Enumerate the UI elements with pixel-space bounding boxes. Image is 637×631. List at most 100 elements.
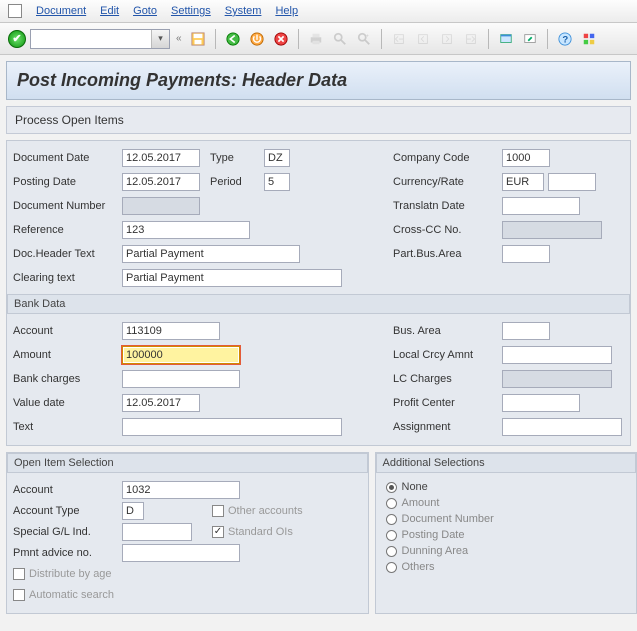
menu-system[interactable]: System bbox=[225, 5, 262, 17]
distribute-by-age-checkbox[interactable] bbox=[13, 568, 25, 580]
additional-selections-panel: Additional Selections None Amount Docume… bbox=[375, 452, 637, 614]
bank-charges-field[interactable] bbox=[122, 370, 240, 388]
bank-data-title: Bank Data bbox=[7, 294, 630, 314]
standard-ois-checkbox[interactable] bbox=[212, 526, 224, 538]
company-code-field[interactable] bbox=[502, 149, 550, 167]
menu-document[interactable]: Document bbox=[36, 5, 86, 17]
company-code-label: Company Code bbox=[393, 152, 498, 164]
lc-amount-field[interactable] bbox=[502, 346, 612, 364]
pmnt-advice-field[interactable] bbox=[122, 544, 240, 562]
menu-edit[interactable]: Edit bbox=[100, 5, 119, 17]
svg-text:?: ? bbox=[562, 34, 568, 45]
radio-postdate-label: Posting Date bbox=[402, 529, 465, 541]
transl-date-label: Translatn Date bbox=[393, 200, 498, 212]
special-gl-field[interactable] bbox=[122, 523, 192, 541]
special-gl-label: Special G/L Ind. bbox=[13, 526, 118, 538]
bank-text-label: Text bbox=[13, 421, 118, 433]
process-open-items-button[interactable]: Process Open Items bbox=[6, 106, 631, 134]
radio-posting-date[interactable]: Posting Date bbox=[386, 529, 627, 541]
value-date-label: Value date bbox=[13, 397, 118, 409]
layout-icon[interactable] bbox=[579, 29, 599, 49]
prev-page-icon bbox=[413, 29, 433, 49]
radio-amount[interactable]: Amount bbox=[386, 497, 627, 509]
chevron-left-icon[interactable]: « bbox=[174, 33, 184, 44]
radio-dot-icon bbox=[386, 562, 397, 573]
doc-header-text-label: Doc.Header Text bbox=[13, 248, 118, 260]
cross-cc-label: Cross-CC No. bbox=[393, 224, 498, 236]
bus-area-field[interactable] bbox=[502, 322, 550, 340]
help-icon[interactable]: ? bbox=[555, 29, 575, 49]
first-page-icon bbox=[389, 29, 409, 49]
save-icon[interactable] bbox=[188, 29, 208, 49]
currency-field[interactable] bbox=[502, 173, 544, 191]
radio-dot-icon bbox=[386, 546, 397, 557]
radio-others[interactable]: Others bbox=[386, 561, 627, 573]
search-icon bbox=[330, 29, 350, 49]
radio-others-label: Others bbox=[402, 561, 435, 573]
automatic-search-checkbox[interactable] bbox=[13, 589, 25, 601]
radio-docnum-label: Document Number bbox=[402, 513, 494, 525]
bank-account-field[interactable] bbox=[122, 322, 220, 340]
amount-field[interactable] bbox=[122, 346, 240, 364]
radio-amount-label: Amount bbox=[402, 497, 440, 509]
other-accounts-checkbox[interactable] bbox=[212, 505, 224, 517]
radio-dunning-area[interactable]: Dunning Area bbox=[386, 545, 627, 557]
document-number-field bbox=[122, 197, 200, 215]
menu-help[interactable]: Help bbox=[275, 5, 298, 17]
chevron-down-icon[interactable]: ▾ bbox=[151, 30, 169, 48]
assignment-field[interactable] bbox=[502, 418, 622, 436]
bank-charges-label: Bank charges bbox=[13, 373, 118, 385]
type-field[interactable] bbox=[264, 149, 290, 167]
radio-dot-icon bbox=[386, 514, 397, 525]
radio-dot-icon bbox=[386, 482, 397, 493]
menu-bar: Document Edit Goto Settings System Help bbox=[0, 0, 637, 23]
automatic-search-label: Automatic search bbox=[29, 589, 114, 601]
bank-account-label: Account bbox=[13, 325, 118, 337]
last-page-icon bbox=[461, 29, 481, 49]
svg-text:+: + bbox=[365, 33, 368, 39]
radio-none[interactable]: None bbox=[386, 481, 627, 493]
period-field[interactable] bbox=[264, 173, 290, 191]
exit-icon[interactable] bbox=[247, 29, 267, 49]
menu-goto[interactable]: Goto bbox=[133, 5, 157, 17]
other-accounts-label: Other accounts bbox=[228, 505, 303, 517]
cancel-icon[interactable] bbox=[271, 29, 291, 49]
window-icon bbox=[8, 4, 22, 18]
print-icon bbox=[306, 29, 326, 49]
account-type-label: Account Type bbox=[13, 505, 118, 517]
clearing-text-field[interactable] bbox=[122, 269, 342, 287]
back-icon[interactable] bbox=[223, 29, 243, 49]
command-field[interactable]: ▾ bbox=[30, 29, 170, 49]
lc-charges-field bbox=[502, 370, 612, 388]
next-page-icon bbox=[437, 29, 457, 49]
ok-button[interactable]: ✔ bbox=[8, 30, 26, 48]
new-session-icon[interactable] bbox=[496, 29, 516, 49]
radio-dot-icon bbox=[386, 530, 397, 541]
rate-field[interactable] bbox=[548, 173, 596, 191]
bank-text-field[interactable] bbox=[122, 418, 342, 436]
profit-center-field[interactable] bbox=[502, 394, 580, 412]
lc-amount-label: Local Crcy Amnt bbox=[393, 349, 498, 361]
pmnt-advice-label: Pmnt advice no. bbox=[13, 547, 118, 559]
part-bus-area-field[interactable] bbox=[502, 245, 550, 263]
reference-field[interactable] bbox=[122, 221, 250, 239]
menu-settings[interactable]: Settings bbox=[171, 5, 211, 17]
amount-label: Amount bbox=[13, 349, 118, 361]
radio-dunning-label: Dunning Area bbox=[402, 545, 469, 557]
account-type-field[interactable] bbox=[122, 502, 144, 520]
lc-charges-label: LC Charges bbox=[393, 373, 498, 385]
period-label: Period bbox=[210, 176, 260, 188]
doc-header-text-field[interactable] bbox=[122, 245, 300, 263]
part-bus-area-label: Part.Bus.Area bbox=[393, 248, 498, 260]
search-next-icon: + bbox=[354, 29, 374, 49]
transl-date-field[interactable] bbox=[502, 197, 580, 215]
open-account-field[interactable] bbox=[122, 481, 240, 499]
open-item-panel: Open Item Selection Account Account Type… bbox=[6, 452, 369, 614]
clearing-text-label: Clearing text bbox=[13, 272, 118, 284]
document-date-field[interactable] bbox=[122, 149, 200, 167]
posting-date-label: Posting Date bbox=[13, 176, 118, 188]
value-date-field[interactable] bbox=[122, 394, 200, 412]
radio-docnum[interactable]: Document Number bbox=[386, 513, 627, 525]
shortcut-icon[interactable] bbox=[520, 29, 540, 49]
posting-date-field[interactable] bbox=[122, 173, 200, 191]
